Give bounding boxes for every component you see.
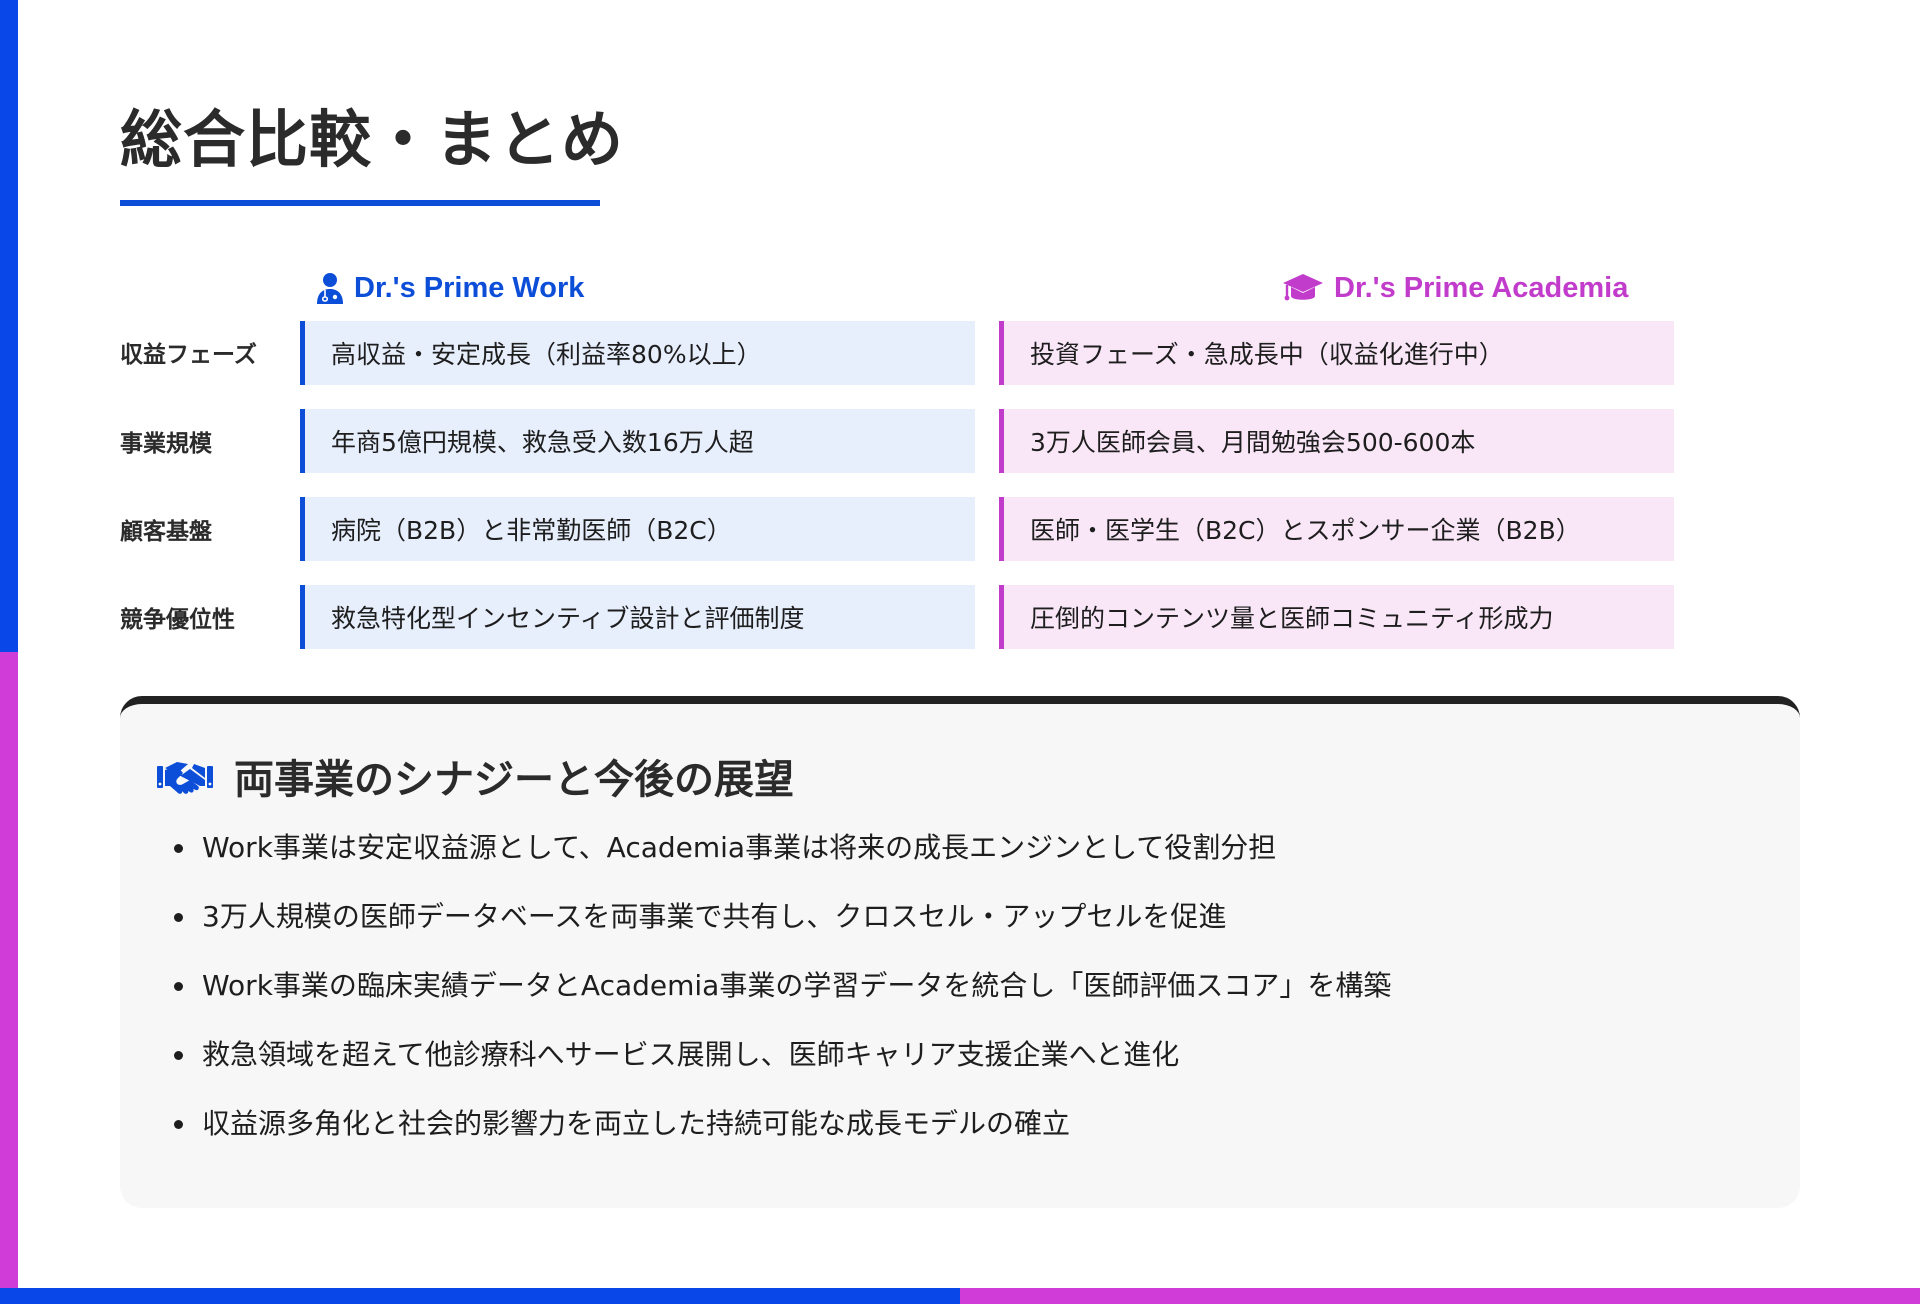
cell-academia-competitive-advantage: 圧倒的コンテンツ量と医師コミュニティ形成力 (999, 585, 1674, 649)
bullet-dot (174, 1051, 183, 1060)
cell-work-competitive-advantage: 救急特化型インセンティブ設計と評価制度 (300, 585, 975, 649)
side-accent-bar-magenta (0, 652, 18, 1304)
list-item: 収益源多角化と社会的影響力を両立した持続可能な成長モデルの確立 (170, 1102, 1391, 1171)
list-item: 3万人規模の医師データベースを両事業で共有し、クロスセル・アップセルを促進 (170, 895, 1391, 964)
cell-academia-customer-base: 医師・医学生（B2C）とスポンサー企業（B2B） (999, 497, 1674, 561)
list-item: Work事業の臨床実績データとAcademia事業の学習データを統合し「医師評価… (170, 964, 1391, 1033)
list-item: 救急領域を超えて他診療科へサービス展開し、医師キャリア支援企業へと進化 (170, 1033, 1391, 1102)
column-header-academia-label: Dr.'s Prime Academia (1334, 271, 1629, 304)
column-header-work-label: Dr.'s Prime Work (354, 271, 585, 304)
bullet-dot (174, 913, 183, 922)
graduation-cap-icon (1283, 274, 1323, 301)
row-label-revenue-phase: 収益フェーズ (120, 342, 257, 368)
bottom-accent-bar-magenta (960, 1288, 1920, 1304)
synergy-header: 両事業のシナジーと今後の展望 (156, 748, 794, 804)
doctor-icon (317, 273, 343, 304)
list-item-text: Work事業の臨床実績データとAcademia事業の学習データを統合し「医師評価… (202, 969, 1392, 1002)
list-item: Work事業は安定収益源として、Academia事業は将来の成長エンジンとして役… (170, 826, 1391, 895)
synergy-title: 両事業のシナジーと今後の展望 (234, 757, 794, 803)
cell-work-business-scale: 年商5億円規模、救急受入数16万人超 (300, 409, 975, 473)
row-label-customer-base: 顧客基盤 (120, 519, 212, 545)
synergy-bullet-list: Work事業は安定収益源として、Academia事業は将来の成長エンジンとして役… (170, 826, 1391, 1171)
title-underline (120, 200, 600, 206)
page-title: 総合比較・まとめ (120, 103, 625, 176)
cell-work-customer-base: 病院（B2B）と非常勤医師（B2C） (300, 497, 975, 561)
bottom-accent-bar-blue (0, 1288, 960, 1304)
list-item-text: 3万人規模の医師データベースを両事業で共有し、クロスセル・アップセルを促進 (202, 900, 1227, 933)
list-item-text: Work事業は安定収益源として、Academia事業は将来の成長エンジンとして役… (202, 831, 1277, 864)
cell-academia-business-scale: 3万人医師会員、月間勉強会500-600本 (999, 409, 1674, 473)
cell-academia-revenue-phase: 投資フェーズ・急成長中（収益化進行中） (999, 321, 1674, 385)
column-header-work: Dr.'s Prime Work (316, 268, 584, 308)
column-header-academia: Dr.'s Prime Academia (1282, 268, 1628, 308)
bullet-dot (174, 982, 183, 991)
bullet-dot (174, 844, 183, 853)
handshake-icon (157, 762, 213, 794)
row-label-business-scale: 事業規模 (120, 431, 212, 457)
synergy-panel: 両事業のシナジーと今後の展望 Work事業は安定収益源として、Academia事… (120, 696, 1800, 1208)
side-accent-bar-blue (0, 0, 18, 652)
bullet-dot (174, 1120, 183, 1129)
row-label-competitive-advantage: 競争優位性 (120, 607, 235, 633)
cell-work-revenue-phase: 高収益・安定成長（利益率80%以上） (300, 321, 975, 385)
list-item-text: 救急領域を超えて他診療科へサービス展開し、医師キャリア支援企業へと進化 (202, 1038, 1180, 1071)
list-item-text: 収益源多角化と社会的影響力を両立した持続可能な成長モデルの確立 (202, 1107, 1071, 1140)
